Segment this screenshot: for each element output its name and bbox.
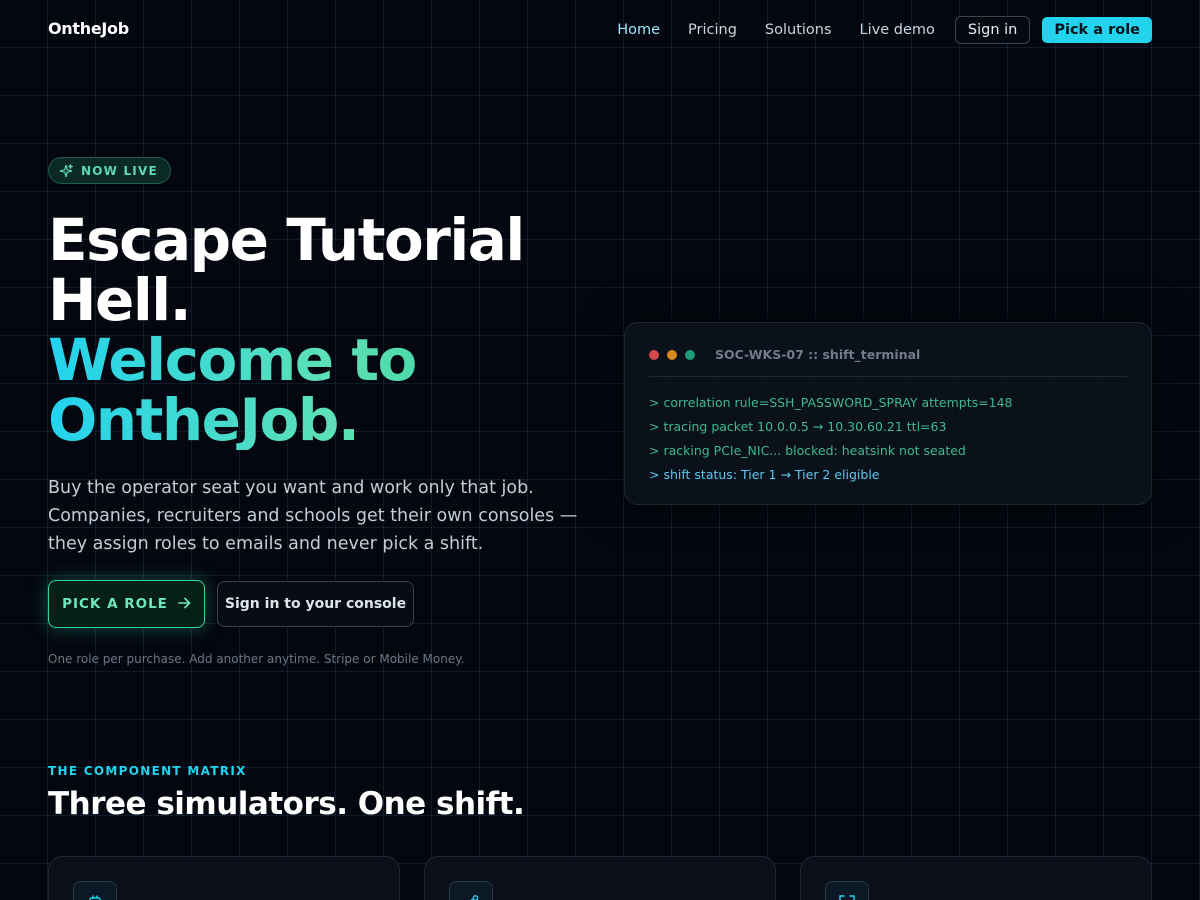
- nav-link-home[interactable]: Home: [617, 22, 660, 38]
- hero-title-line-1: Escape Tutorial: [48, 206, 525, 274]
- pick-a-role-label: PICK A ROLE: [62, 596, 168, 612]
- terminal-header: SOC-WKS-07 :: shift_terminal: [649, 345, 1127, 377]
- shift-terminal-panel: SOC-WKS-07 :: shift_terminal > correlati…: [624, 322, 1152, 505]
- nav-links: Home Pricing Solutions Live demo Sign in…: [589, 16, 1152, 44]
- scan-frame-icon: [825, 881, 869, 900]
- purchase-note: One role per purchase. Add another anyti…: [48, 652, 465, 666]
- yellow-window-dot-icon: [667, 350, 677, 360]
- terminal-title: SOC-WKS-07 :: shift_terminal: [715, 347, 921, 362]
- top-navbar: OntheJob Home Pricing Solutions Live dem…: [0, 0, 1200, 62]
- red-window-dot-icon: [649, 350, 659, 360]
- sign-in-console-button[interactable]: Sign in to your console: [217, 581, 414, 627]
- section-title: Three simulators. One shift.: [48, 786, 525, 822]
- terminal-line-status: > shift status: Tier 1 → Tier 2 eligible: [649, 467, 880, 482]
- terminal-line: > tracing packet 10.0.0.5 → 10.30.60.21 …: [649, 419, 947, 434]
- section-eyebrow: THE COMPONENT MATRIX: [48, 764, 247, 778]
- hero-title: Escape Tutorial Hell. Welcome to OntheJo…: [48, 206, 525, 450]
- now-live-badge: NOW LIVE: [48, 157, 171, 184]
- terminal-line: > racking PCIe_NIC... blocked: heatsink …: [649, 443, 966, 458]
- green-window-dot-icon: [685, 350, 695, 360]
- badge-label: NOW LIVE: [81, 163, 158, 178]
- brand-logo[interactable]: OntheJob: [48, 19, 129, 38]
- simulator-card[interactable]: [800, 856, 1152, 900]
- hero-title-gradient-line-1: Welcome to: [48, 330, 524, 390]
- arrow-right-icon: [178, 595, 191, 613]
- hero-subtitle: Buy the operator seat you want and work …: [48, 478, 578, 554]
- nav-link-live-demo[interactable]: Live demo: [860, 22, 935, 38]
- pick-a-role-button[interactable]: PICK A ROLE: [48, 580, 205, 628]
- sign-in-button[interactable]: Sign in: [954, 16, 1031, 44]
- hero-title-line-2: Hell.: [48, 266, 192, 334]
- sparkles-icon: [59, 163, 73, 178]
- nav-link-pricing[interactable]: Pricing: [688, 22, 737, 38]
- hero-title-gradient-line-2: OntheJob.: [48, 390, 524, 450]
- terminal-line: > correlation rule=SSH_PASSWORD_SPRAY at…: [649, 395, 1013, 410]
- nav-link-solutions[interactable]: Solutions: [765, 22, 832, 38]
- pick-a-role-nav-button[interactable]: Pick a role: [1042, 17, 1152, 43]
- chip-icon: [73, 881, 117, 900]
- network-nodes-icon: [449, 881, 493, 900]
- simulator-card[interactable]: [424, 856, 776, 900]
- sign-in-console-label: Sign in to your console: [224, 596, 407, 612]
- terminal-output: > correlation rule=SSH_PASSWORD_SPRAY at…: [649, 391, 1012, 487]
- simulator-card[interactable]: [48, 856, 400, 900]
